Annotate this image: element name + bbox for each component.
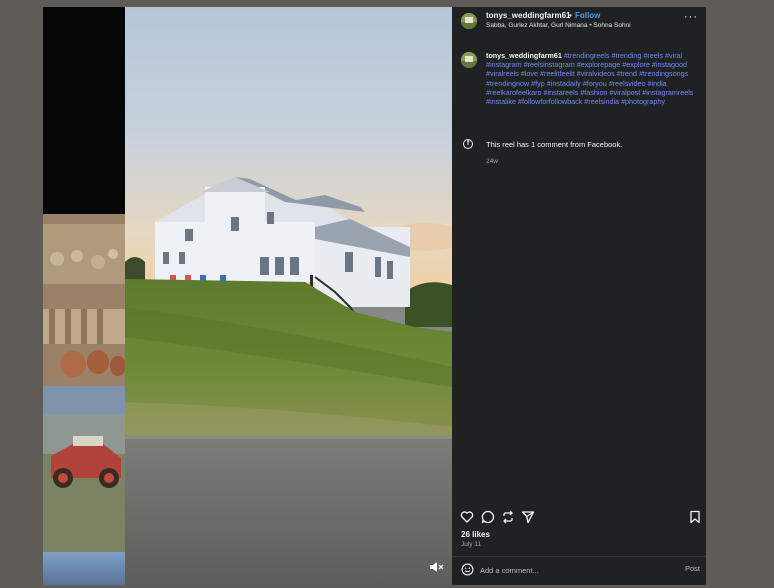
caption-hashtags: #trendingreels #trending #reels #viral #… — [486, 51, 693, 106]
next-reel-thumbnail[interactable] — [43, 552, 125, 585]
hashtag-link[interactable]: #explore — [622, 60, 650, 69]
action-bar — [452, 508, 706, 526]
hashtag-link[interactable]: #followforfollowback — [518, 97, 582, 106]
header-separator: • — [569, 11, 572, 20]
post-age: 24w — [486, 158, 498, 165]
hashtag-link[interactable]: #fyp — [531, 79, 545, 88]
share-icon[interactable] — [521, 510, 535, 524]
caption-avatar[interactable] — [461, 52, 477, 68]
facebook-icon: f — [463, 139, 473, 149]
hashtag-link[interactable]: #reelsvideo — [609, 79, 646, 88]
hashtag-link[interactable]: #instadaily — [547, 79, 581, 88]
hashtag-link[interactable]: #reels — [643, 51, 663, 60]
hashtag-link[interactable]: #reelkarofeelkaro — [486, 88, 542, 97]
hashtag-link[interactable]: #reelsinstagram — [524, 60, 575, 69]
reel-thumbnail-strip — [43, 7, 125, 585]
post-date: July 11 — [461, 541, 482, 548]
hashtag-link[interactable]: #trending — [611, 51, 641, 60]
pottery-reel-thumbnail[interactable] — [43, 214, 125, 386]
caption-username[interactable]: tonys_weddingfarm61 — [486, 51, 562, 60]
repost-icon[interactable] — [501, 510, 515, 524]
hashtag-link[interactable]: #india — [647, 79, 666, 88]
hashtag-link[interactable]: #trendingnow — [486, 79, 529, 88]
heart-icon[interactable] — [460, 510, 474, 524]
previous-reel-thumbnail[interactable] — [43, 7, 125, 214]
reel-details-panel: tonys_weddingfarm61 • Follow Sabba, Gurl… — [452, 7, 706, 585]
likes-count[interactable]: 26 likes — [461, 530, 490, 539]
facebook-comment-notice: f This reel has 1 comment from Facebook. — [452, 138, 706, 152]
hashtag-link[interactable]: #instalike — [486, 97, 516, 106]
bookmark-icon[interactable] — [688, 510, 702, 524]
hashtag-link[interactable]: #foryou — [583, 79, 607, 88]
hashtag-link[interactable]: #trend — [617, 69, 637, 78]
more-options-button[interactable]: ··· — [684, 11, 698, 23]
hashtag-link[interactable]: #reelitfeelit — [540, 69, 575, 78]
hashtag-link[interactable]: #love — [521, 69, 538, 78]
hashtag-link[interactable]: #instareels — [544, 88, 579, 97]
audio-track[interactable]: Sabba, Gurlez Akhtar, Gurl Nimana • Sohn… — [486, 22, 631, 29]
hashtag-link[interactable]: #trendingsongs — [639, 69, 688, 78]
hashtag-link[interactable]: #explorepage — [577, 60, 621, 69]
hashtag-link[interactable]: #viral — [665, 51, 682, 60]
hashtag-link[interactable]: #reelsindia — [584, 97, 619, 106]
hashtag-link[interactable]: #instagramreels — [642, 88, 693, 97]
emoji-icon[interactable] — [461, 563, 474, 576]
hashtag-link[interactable]: #instagram — [486, 60, 522, 69]
caption-text: tonys_weddingfarm61 #trendingreels #tren… — [486, 51, 700, 106]
facebook-comment-text: This reel has 1 comment from Facebook. — [486, 140, 623, 149]
hashtag-link[interactable]: #viralvideos — [577, 69, 615, 78]
hashtag-link[interactable]: #photography — [621, 97, 665, 106]
hashtag-link[interactable]: #viralpost — [610, 88, 641, 97]
hashtag-link[interactable]: #fashion — [580, 88, 607, 97]
comment-input[interactable] — [480, 564, 660, 576]
hashtag-link[interactable]: #instagood — [652, 60, 687, 69]
reel-video[interactable] — [125, 7, 452, 585]
post-comment-button[interactable]: Post — [685, 564, 700, 573]
hashtag-link[interactable]: #trendingreels — [564, 51, 610, 60]
author-username[interactable]: tonys_weddingfarm61 — [486, 11, 570, 20]
follow-button[interactable]: Follow — [575, 11, 600, 20]
comment-bar: Post — [452, 557, 706, 585]
mute-icon[interactable] — [428, 559, 444, 575]
vintage-car-reel-thumbnail[interactable] — [43, 386, 125, 552]
post-header: tonys_weddingfarm61 • Follow Sabba, Gurl… — [452, 7, 706, 35]
comment-icon[interactable] — [481, 510, 495, 524]
author-avatar[interactable] — [461, 13, 477, 29]
hashtag-link[interactable]: #viralreels — [486, 69, 519, 78]
